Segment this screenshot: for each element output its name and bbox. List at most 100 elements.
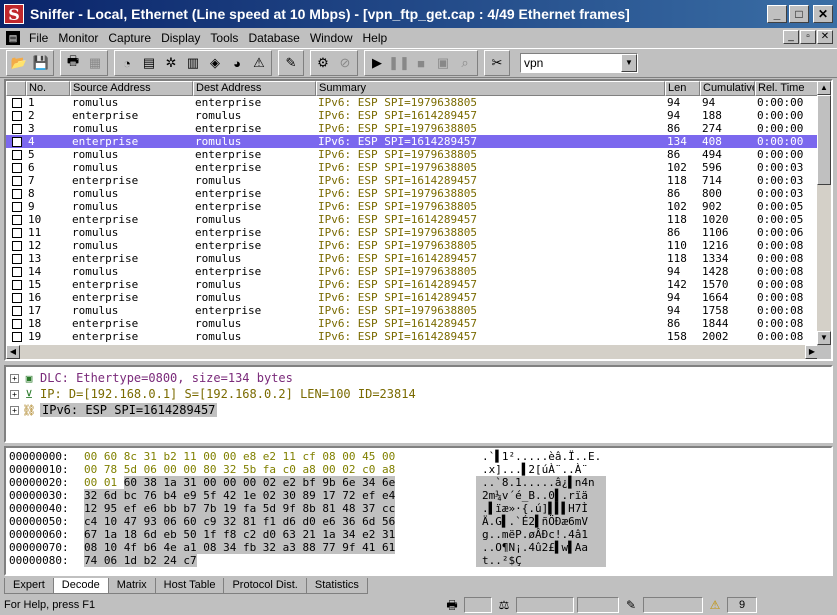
menu-file[interactable]: File — [24, 31, 53, 45]
tab-host-table[interactable]: Host Table — [154, 578, 225, 594]
protocol-dist-icon[interactable]: ◕ — [226, 52, 248, 74]
hex-bytes[interactable]: 00 60 8c 31 b2 11 00 00 e8 e2 11 cf 08 0… — [84, 450, 476, 463]
hex-row[interactable]: 00000080: 74 06 1d b2 24 c7 t..²$Ç — [6, 554, 831, 567]
hex-bytes[interactable]: 08 10 4f b6 4e a1 08 34 fb 32 a3 88 77 9… — [84, 541, 476, 554]
table-row[interactable]: 16 enterprise romulus IPv6: ESP SPI=1614289… — [6, 291, 819, 304]
checkbox[interactable] — [12, 162, 22, 173]
col-cumulative[interactable]: Cumulative — [700, 81, 755, 96]
sniffer-app-icon[interactable]: S — [4, 4, 24, 24]
doc-minimize-button[interactable]: _ — [783, 30, 799, 44]
checkbox[interactable] — [12, 292, 22, 303]
save-icon[interactable]: 💾 — [30, 52, 52, 74]
hex-bytes[interactable]: c4 10 47 93 06 60 c9 32 81 f1 d6 d0 e6 3… — [84, 515, 476, 528]
checkbox[interactable] — [12, 110, 22, 121]
row-checkbox[interactable] — [6, 148, 26, 161]
stop-icon[interactable]: ⊘ — [334, 52, 356, 74]
checkbox[interactable] — [12, 175, 22, 186]
col-dest-address[interactable]: Dest Address — [193, 81, 316, 96]
table-row[interactable]: 5 romulus enterprise IPv6: ESP SPI=19796388… — [6, 148, 819, 161]
table-row[interactable]: 13 enterprise romulus IPv6: ESP SPI=1614289… — [6, 252, 819, 265]
row-checkbox[interactable] — [6, 122, 26, 135]
row-checkbox[interactable] — [6, 161, 26, 174]
document-window-icon[interactable]: ▤ — [6, 31, 20, 45]
tab-decode[interactable]: Decode — [52, 578, 109, 594]
checkbox[interactable] — [12, 123, 22, 134]
expand-icon[interactable]: + — [10, 373, 19, 383]
checkbox[interactable] — [12, 149, 22, 160]
col-len[interactable]: Len — [665, 81, 700, 96]
row-checkbox[interactable] — [6, 135, 26, 148]
row-checkbox[interactable] — [6, 291, 26, 304]
table-row[interactable]: 4 enterprise romulus IPv6: ESP SPI=16142894… — [6, 135, 819, 148]
scroll-thumb[interactable] — [817, 95, 831, 185]
table-row[interactable]: 17 romulus enterprise IPv6: ESP SPI=1979638… — [6, 304, 819, 317]
hex-row[interactable]: 00000040: 12 95 ef e6 bb b7 7b 19 fa 5d 9… — [6, 502, 831, 515]
table-row[interactable]: 12 romulus enterprise IPv6: ESP SPI=1979638… — [6, 239, 819, 252]
summary-horizontal-scrollbar[interactable]: ◀ ▶ — [6, 345, 819, 359]
hex-row[interactable]: 00000020: 00 01 60 38 1a 31 00 00 00 02 e… — [6, 476, 831, 489]
row-checkbox[interactable] — [6, 96, 26, 109]
table-row[interactable]: 11 romulus enterprise IPv6: ESP SPI=1979638… — [6, 226, 819, 239]
row-checkbox[interactable] — [6, 226, 26, 239]
col-no[interactable]: No. — [26, 81, 70, 96]
checkbox[interactable] — [12, 279, 22, 290]
row-checkbox[interactable] — [6, 200, 26, 213]
expert-icon[interactable]: ✂ — [486, 52, 508, 74]
row-checkbox[interactable] — [6, 304, 26, 317]
hex-row[interactable]: 00000030: 32 6d bc 76 b4 e9 5f 42 1e 02 3… — [6, 489, 831, 502]
hex-bytes[interactable]: 00 01 60 38 1a 31 00 00 00 02 e2 bf 9b 6… — [84, 476, 476, 489]
open-icon[interactable]: 📂 — [8, 52, 30, 74]
doc-restore-button[interactable]: ▫ — [800, 30, 816, 44]
scroll-left-icon[interactable]: ◀ — [6, 345, 20, 359]
scroll-up-icon[interactable]: ▲ — [817, 81, 831, 95]
checkbox[interactable] — [12, 97, 22, 108]
checkbox[interactable] — [12, 214, 22, 225]
tree-node-ipv6[interactable]: + ⛓ IPv6: ESP SPI=1614289457 — [6, 402, 831, 418]
menu-window[interactable]: Window — [305, 31, 358, 45]
start-capture-icon[interactable]: ▶ — [366, 52, 388, 74]
stop-display-icon[interactable]: ▣ — [432, 52, 454, 74]
close-button[interactable]: ✕ — [813, 5, 833, 23]
tree-node-dlc[interactable]: + ▣ DLC: Ethertype=0800, size=134 bytes — [6, 370, 831, 386]
hex-row[interactable]: 00000050: c4 10 47 93 06 60 c9 32 81 f1 d… — [6, 515, 831, 528]
filter-profile-select[interactable]: vpn ▼ — [520, 53, 638, 73]
table-row[interactable]: 19 enterprise romulus IPv6: ESP SPI=1614289… — [6, 330, 819, 343]
row-checkbox[interactable] — [6, 239, 26, 252]
checkbox[interactable] — [12, 318, 22, 329]
col-rel-time[interactable]: Rel. Time — [755, 81, 819, 96]
expand-icon[interactable]: + — [10, 389, 19, 399]
col-summary[interactable]: Summary — [316, 81, 665, 96]
table-row[interactable]: 7 enterprise romulus IPv6: ESP SPI=16142894… — [6, 174, 819, 187]
menu-tools[interactable]: Tools — [205, 31, 243, 45]
row-checkbox[interactable] — [6, 252, 26, 265]
stop-capture-icon[interactable]: ■ — [410, 52, 432, 74]
checkbox[interactable] — [12, 201, 22, 212]
hex-bytes[interactable]: 74 06 1d b2 24 c7 — [84, 554, 476, 567]
hex-row[interactable]: 00000000: 00 60 8c 31 b2 11 00 00 e8 e2 1… — [6, 450, 831, 463]
host-table-icon[interactable]: ▤ — [138, 52, 160, 74]
hex-bytes[interactable]: 00 78 5d 06 00 00 80 32 5b fa c0 a8 00 0… — [84, 463, 476, 476]
hex-row[interactable]: 00000070: 08 10 4f b6 4e a1 08 34 fb 32 a… — [6, 541, 831, 554]
tab-expert[interactable]: Expert — [4, 578, 54, 594]
row-checkbox[interactable] — [6, 330, 26, 343]
tree-node-ip[interactable]: + ⊻ IP: D=[192.168.0.1] S=[192.168.0.2] … — [6, 386, 831, 402]
table-row[interactable]: 8 romulus enterprise IPv6: ESP SPI=19796388… — [6, 187, 819, 200]
table-row[interactable]: 10 enterprise romulus IPv6: ESP SPI=1614289… — [6, 213, 819, 226]
table-row[interactable]: 15 enterprise romulus IPv6: ESP SPI=1614289… — [6, 278, 819, 291]
doc-close-button[interactable]: ✕ — [817, 30, 833, 44]
checkbox[interactable] — [12, 227, 22, 238]
hex-row[interactable]: 00000010: 00 78 5d 06 00 00 80 32 5b fa c… — [6, 463, 831, 476]
hex-bytes[interactable]: 67 1a 18 6d eb 50 1f f8 c2 d0 63 21 1a 3… — [84, 528, 476, 541]
matrix-icon[interactable]: ✲ — [160, 52, 182, 74]
hex-bytes[interactable]: 12 95 ef e6 bb b7 7b 19 fa 5d 9f 8b 81 4… — [84, 502, 476, 515]
minimize-button[interactable]: _ — [767, 5, 787, 23]
tab-protocol-dist[interactable]: Protocol Dist. — [223, 578, 307, 594]
checkbox[interactable] — [12, 136, 22, 147]
checkbox[interactable] — [12, 266, 22, 277]
menu-help[interactable]: Help — [358, 31, 393, 45]
row-checkbox[interactable] — [6, 213, 26, 226]
menu-monitor[interactable]: Monitor — [53, 31, 103, 45]
row-checkbox[interactable] — [6, 278, 26, 291]
expand-icon[interactable]: + — [10, 405, 19, 415]
filter-icon[interactable]: ✎ — [280, 52, 302, 74]
